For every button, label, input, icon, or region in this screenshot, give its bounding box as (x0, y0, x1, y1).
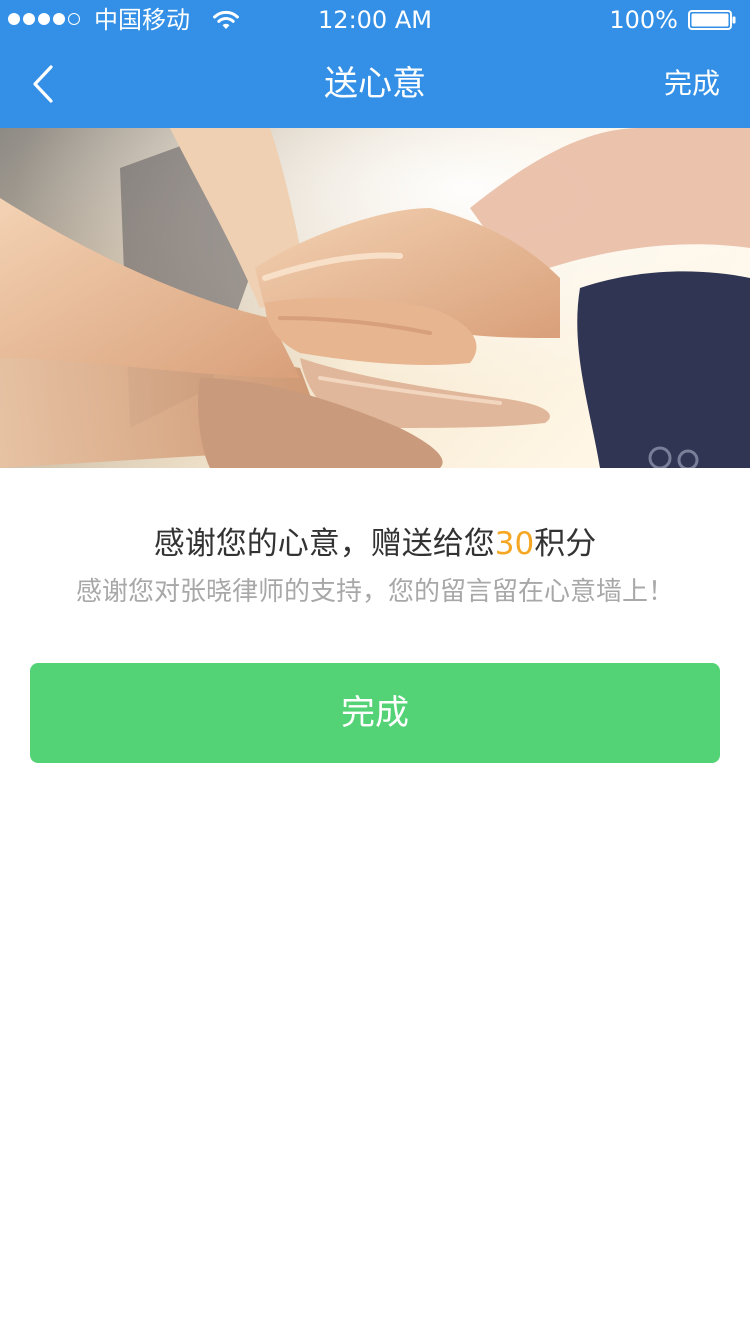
status-bar: 中国移动 12:00 AM 100% (0, 0, 750, 40)
page-title: 送心意 (324, 64, 426, 104)
hands-together-image (0, 128, 750, 468)
battery-icon (688, 10, 736, 30)
back-button[interactable] (18, 58, 68, 110)
screen: 中国移动 12:00 AM 100% 送心意 完成 感谢您的心意，赠送给您30积… (0, 0, 750, 1334)
header: 中国移动 12:00 AM 100% 送心意 完成 (0, 0, 750, 128)
thanks-message: 感谢您的心意，赠送给您30积分 (0, 522, 750, 566)
hero-image (0, 128, 750, 468)
nav-bar: 送心意 完成 (0, 40, 750, 128)
points-value: 30 (494, 526, 535, 562)
battery-percent: 100% (609, 6, 678, 34)
thanks-message-prefix: 感谢您的心意，赠送给您 (153, 526, 495, 562)
support-subtitle: 感谢您对张晓律师的支持，您的留言留在心意墙上！ (75, 577, 674, 607)
nav-done-button[interactable]: 完成 (664, 40, 720, 128)
thanks-message-suffix: 积分 (534, 526, 597, 562)
done-button[interactable]: 完成 (30, 663, 720, 763)
chevron-left-icon (33, 65, 53, 103)
